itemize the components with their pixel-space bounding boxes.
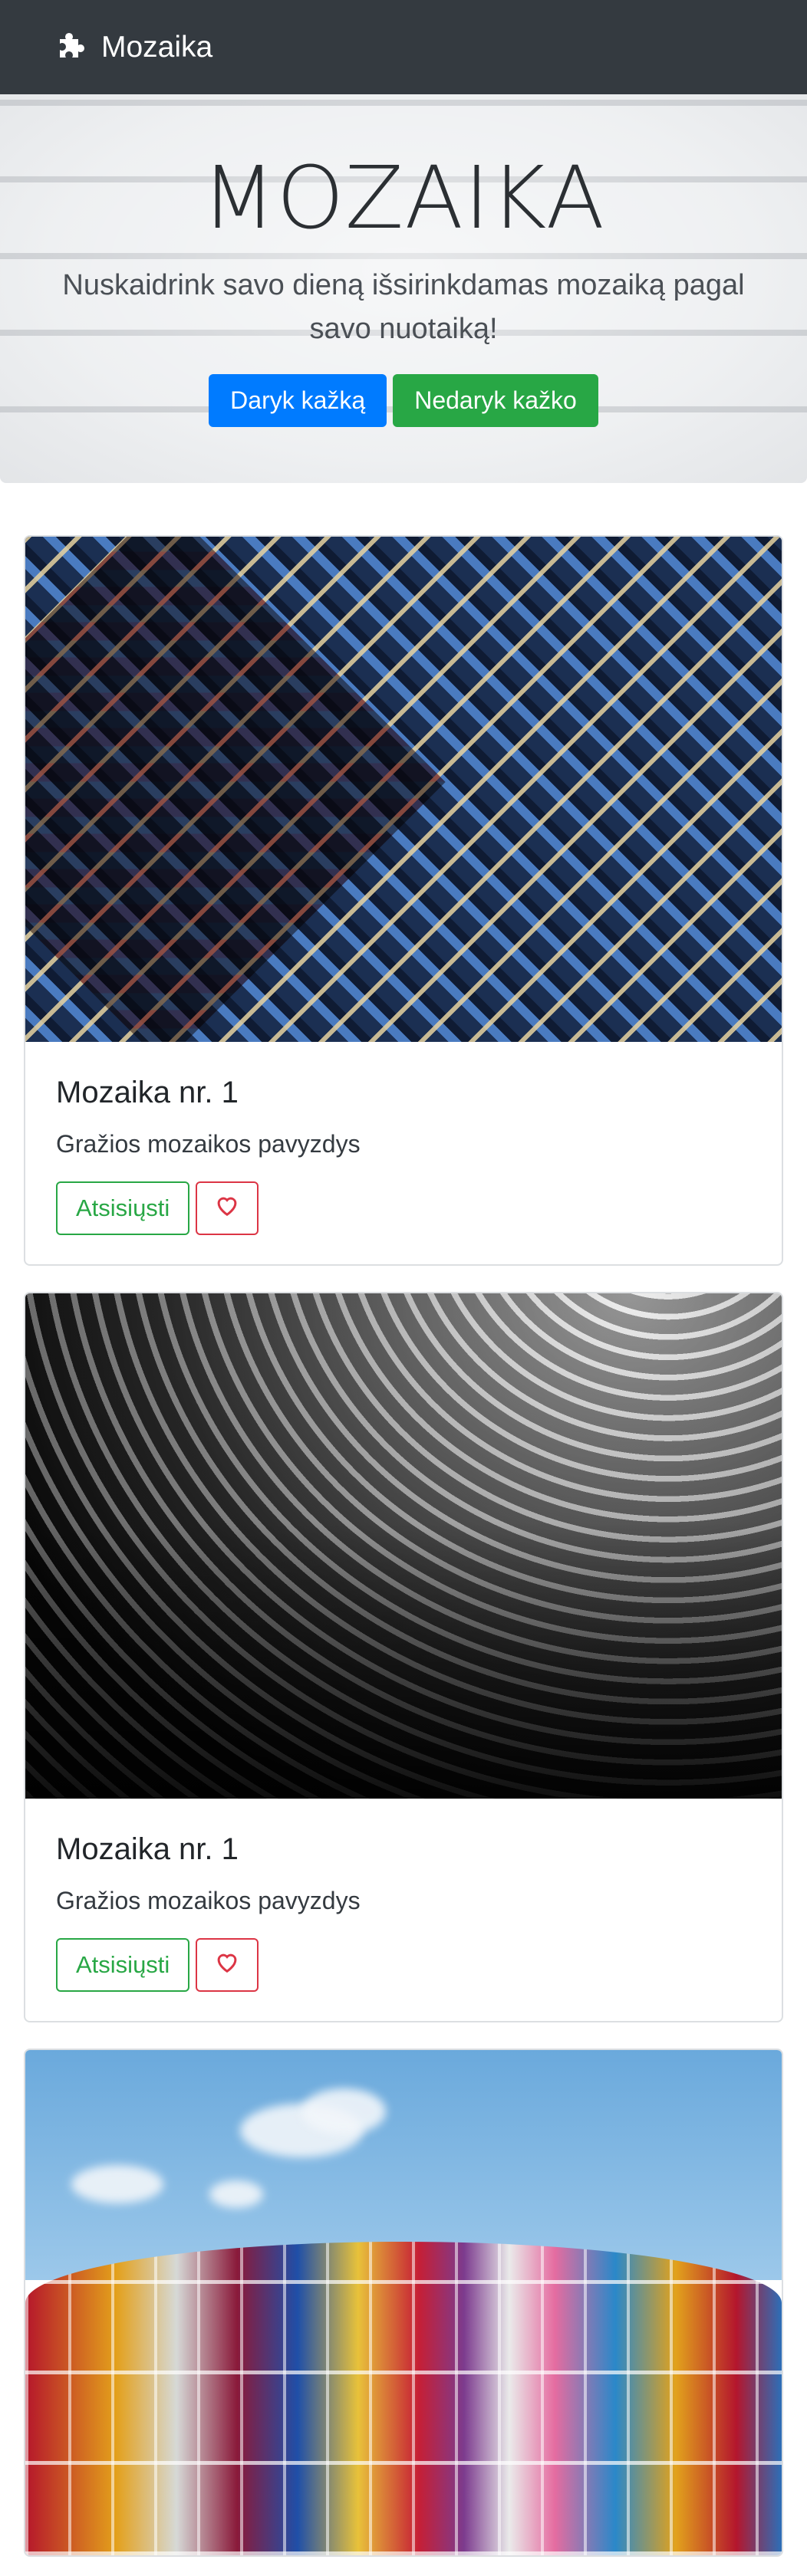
do-nothing-button[interactable]: Nedaryk kažko (393, 373, 598, 427)
download-button[interactable]: Atsisiųsti (56, 1181, 190, 1235)
like-button[interactable] (196, 1938, 259, 1992)
puzzle-piece-icon (57, 30, 91, 64)
card-title: Mozaika nr. 1 (56, 1832, 239, 1866)
do-something-button[interactable]: Daryk kažką (209, 373, 387, 427)
like-button[interactable] (196, 1181, 259, 1235)
hero-title: MOZAIKA (201, 149, 606, 248)
brand-name: Mozaika (101, 30, 213, 64)
mosaic-card: Mozaika nr. 1 Gražios mozaikos pavyzdys … (24, 1292, 783, 2022)
hero-jumbotron: MOZAIKA Nuskaidrink savo dieną išsirinkd… (0, 94, 807, 483)
download-button[interactable]: Atsisiųsti (56, 1938, 190, 1992)
card-image-building-windows (25, 537, 782, 1042)
heart-icon (214, 1950, 240, 1980)
brand-link[interactable]: Mozaika (57, 30, 212, 64)
card-text: Gražios mozaikos pavyzdys (56, 1887, 361, 1914)
heart-icon (214, 1194, 240, 1223)
navbar: Mozaika (0, 0, 807, 94)
card-image-wave-facade (25, 1293, 782, 1799)
mosaic-card (24, 2049, 783, 2557)
hero-buttons: Daryk kažką Nedaryk kažko (0, 373, 807, 427)
hero-lead: Nuskaidrink savo dieną išsirinkdamas moz… (62, 268, 745, 345)
mosaic-cards: Mozaika nr. 1 Gražios mozaikos pavyzdys … (0, 483, 807, 2557)
card-text: Gražios mozaikos pavyzdys (56, 1130, 361, 1158)
card-title: Mozaika nr. 1 (56, 1076, 239, 1109)
card-image-colorful-glass (25, 2050, 782, 2555)
mosaic-card: Mozaika nr. 1 Gražios mozaikos pavyzdys … (24, 535, 783, 1266)
